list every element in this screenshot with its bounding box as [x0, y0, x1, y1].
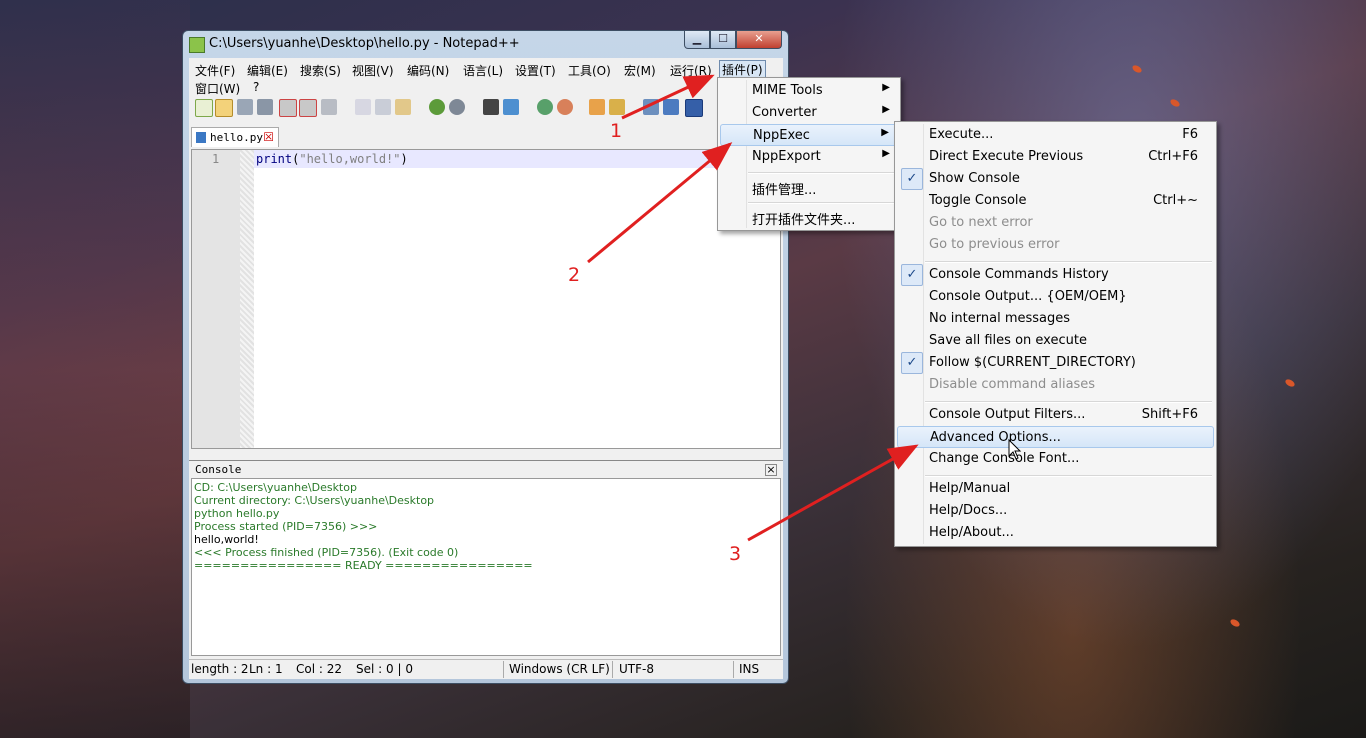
annotation-arrows: [587, 74, 1022, 542]
annotation-label-2: 2: [568, 264, 581, 286]
arrow-2: [587, 142, 733, 264]
annotation-label-1: 1: [610, 120, 623, 142]
arrow-3: [747, 444, 919, 542]
mouse-cursor-icon: [1008, 438, 1022, 460]
arrow-1: [621, 74, 715, 120]
annotation-label-3: 3: [729, 543, 742, 565]
